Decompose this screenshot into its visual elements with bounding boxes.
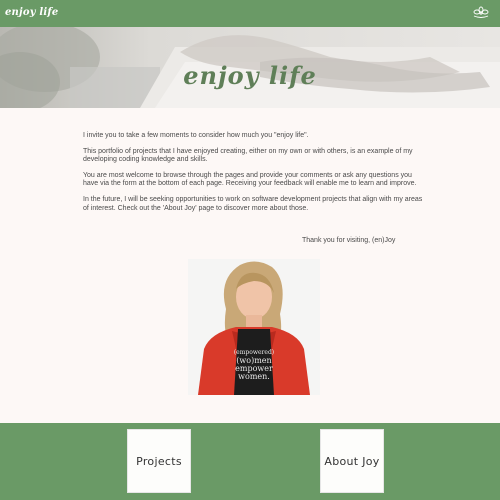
about-joy-card-label: About Joy: [324, 454, 380, 468]
hero-banner: enjoy life: [0, 27, 500, 108]
intro-paragraph: You are most welcome to browse through t…: [83, 171, 417, 188]
shirt-text-line: women.: [238, 372, 270, 381]
about-joy-card[interactable]: About Joy: [320, 429, 384, 493]
hero-title: enjoy life: [183, 61, 317, 90]
projects-card-label: Projects: [136, 454, 182, 468]
portrait-photo: (empowered) (wo)men empower women.: [188, 259, 320, 395]
flower-icon: [473, 6, 489, 18]
intro-paragraph: In the future, I will be seeking opportu…: [83, 195, 423, 212]
intro-paragraph: I invite you to take a few moments to co…: [83, 132, 309, 139]
intro-paragraph: This portfolio of projects that I have e…: [83, 147, 413, 164]
top-bar: enjoy life: [0, 0, 500, 27]
projects-card[interactable]: Projects: [127, 429, 191, 493]
brand-logo[interactable]: enjoy life: [5, 7, 58, 18]
nav-section: [0, 423, 500, 500]
intro-text: I invite you to take a few moments to co…: [83, 132, 428, 220]
signoff: Thank you for visiting, (en)Joy: [302, 237, 396, 244]
shirt-print: (empowered) (wo)men empower women.: [226, 349, 282, 381]
